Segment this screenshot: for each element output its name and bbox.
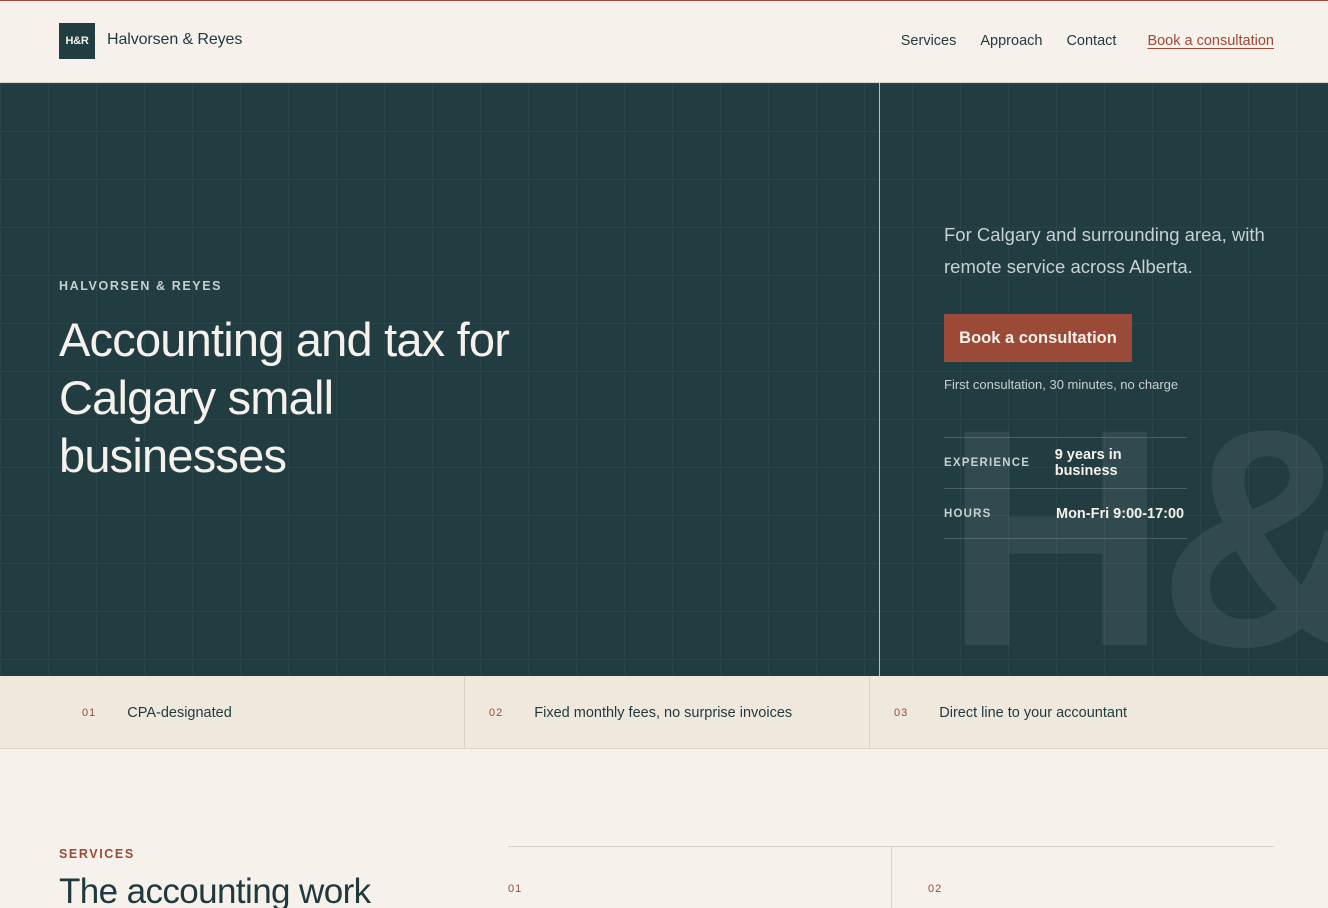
facts-list: EXPERIENCE 9 years in business HOURS Mon… (944, 437, 1187, 539)
services-column-divider (891, 847, 892, 908)
fact-value: Mon-Fri 9:00-17:00 (1056, 505, 1185, 522)
service-number: 01 (508, 883, 523, 895)
fact-row-hours: HOURS Mon-Fri 9:00-17:00 (944, 488, 1187, 539)
strip-number: 03 (894, 706, 909, 719)
nav-link-approach[interactable]: Approach (980, 33, 1042, 49)
nav-link-services[interactable]: Services (901, 33, 957, 49)
strip-text: Fixed monthly fees, no surprise invoices (534, 704, 793, 721)
strip-number: 02 (489, 706, 504, 719)
hero-lede: For Calgary and surrounding area, with r… (944, 224, 1265, 277)
strip-item: 02 Fixed monthly fees, no surprise invoi… (465, 676, 870, 749)
services-title: The accounting work (59, 872, 371, 908)
hero-title: Accounting and tax for Calgary small bus… (59, 313, 510, 482)
nav-book-consultation-link[interactable]: Book a consultation (1147, 33, 1274, 49)
hero-divider (879, 83, 880, 676)
fact-label: HOURS (944, 507, 992, 520)
brand-name[interactable]: Halvorsen & Reyes (107, 31, 242, 49)
consultation-note: First consultation, 30 minutes, no charg… (944, 377, 1179, 392)
strip-item: 01 CPA-designated (0, 676, 465, 749)
strip-text: Direct line to your accountant (939, 704, 1128, 721)
main-nav: Services Approach Contact Book a consult… (877, 33, 1274, 49)
services-grid: 01 02 (508, 846, 1274, 908)
site-header: H&R Halvorsen & Reyes Services Approach … (0, 0, 1328, 83)
fact-value: 9 years in business (1054, 447, 1122, 479)
service-number: 02 (928, 883, 943, 895)
fact-label: EXPERIENCE (944, 457, 1031, 469)
book-consultation-button[interactable]: Book a consultation (944, 314, 1132, 362)
hero-eyebrow: HALVORSEN & REYES (59, 279, 223, 293)
services-eyebrow: SERVICES (59, 847, 135, 861)
trust-strip: 01 CPA-designated 02 Fixed monthly fees,… (0, 676, 1328, 749)
strip-text: CPA-designated (127, 704, 232, 721)
hero-section: H& HALVORSEN & REYES Accounting and tax … (0, 83, 1328, 676)
fact-row-experience: EXPERIENCE 9 years in business (944, 437, 1187, 488)
nav-link-contact[interactable]: Contact (1066, 33, 1116, 49)
strip-number: 01 (82, 706, 97, 719)
logo-mark[interactable]: H&R (59, 23, 95, 59)
strip-item: 03 Direct line to your accountant (870, 676, 1328, 749)
